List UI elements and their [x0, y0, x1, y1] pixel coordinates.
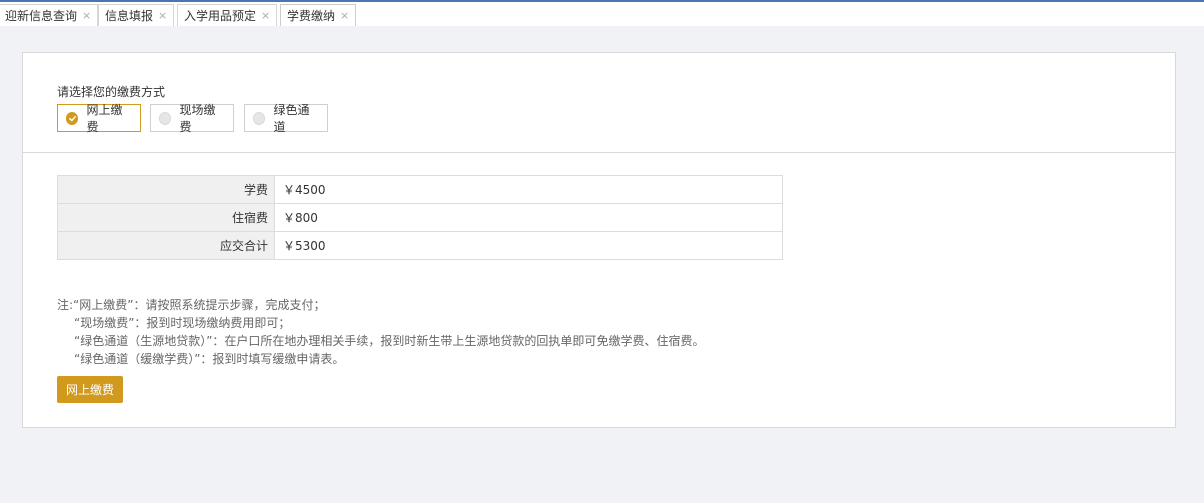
tab-label: 迎新信息查询 — [5, 9, 78, 23]
note-line: “绿色通道（生源地贷款）”：在户口所在地办理相关手续，报到时新生带上生源地贷款的… — [74, 334, 705, 348]
radio-icon — [253, 111, 266, 125]
check-icon — [66, 111, 79, 125]
fee-label: 学费 — [57, 175, 275, 204]
tab-bar: 迎新信息查询 × 信息填报 × 入学用品预定 × 学费缴纳 × — [0, 2, 1204, 26]
close-icon[interactable]: × — [261, 9, 270, 22]
payment-method-section: 请选择您的缴费方式 网上缴费 现场缴费 绿色通道 — [23, 53, 1175, 153]
fee-value: ￥5300 — [274, 231, 783, 260]
fee-value: ￥4500 — [274, 175, 783, 204]
fee-value: ￥800 — [274, 203, 783, 232]
note-line: 注:“网上缴费”：请按照系统提示步骤，完成支付； — [57, 298, 326, 312]
tab-label: 入学用品预定 — [184, 9, 257, 23]
fee-label: 应交合计 — [57, 231, 275, 260]
tab-label: 学费缴纳 — [287, 9, 336, 23]
online-payment-button[interactable]: 网上缴费 — [57, 376, 123, 403]
fee-table: 学费 ￥4500 住宿费 ￥800 应交合计 ￥5300 — [57, 175, 783, 260]
close-icon[interactable]: × — [158, 9, 167, 22]
option-label: 现场缴费 — [179, 103, 216, 134]
option-label: 网上缴费 — [86, 103, 123, 134]
close-icon[interactable]: × — [340, 9, 349, 22]
tab-welcome-info-query[interactable]: 迎新信息查询 × — [0, 4, 99, 26]
fee-label: 住宿费 — [57, 203, 275, 232]
note-line: “绿色通道（缓缴学费）”：报到时填写缓缴申请表。 — [74, 352, 345, 366]
close-icon[interactable]: × — [82, 9, 91, 22]
tab-tuition-payment[interactable]: 学费缴纳 × — [280, 4, 357, 26]
table-row: 学费 ￥4500 — [57, 175, 783, 204]
table-row: 应交合计 ￥5300 — [57, 231, 783, 260]
tab-label: 信息填报 — [105, 9, 154, 23]
payment-card: 请选择您的缴费方式 网上缴费 现场缴费 绿色通道 学费 ￥4500 住宿费 ￥8… — [22, 52, 1176, 428]
tab-supplies-order[interactable]: 入学用品预定 × — [177, 4, 278, 26]
payment-notes: 注:“网上缴费”：请按照系统提示步骤，完成支付； “现场缴费”：报到时现场缴纳费… — [57, 296, 704, 368]
tab-info-fill[interactable]: 信息填报 × — [98, 4, 175, 26]
option-online-payment[interactable]: 网上缴费 — [57, 103, 141, 134]
option-onsite-payment[interactable]: 现场缴费 — [150, 103, 234, 134]
radio-icon — [159, 111, 172, 125]
note-line: “现场缴费”：报到时现场缴纳费用即可； — [74, 316, 291, 330]
table-row: 住宿费 ￥800 — [57, 203, 783, 232]
option-green-channel[interactable]: 绿色通道 — [244, 103, 328, 134]
option-label: 绿色通道 — [273, 103, 310, 134]
payment-method-prompt: 请选择您的缴费方式 — [57, 85, 166, 99]
